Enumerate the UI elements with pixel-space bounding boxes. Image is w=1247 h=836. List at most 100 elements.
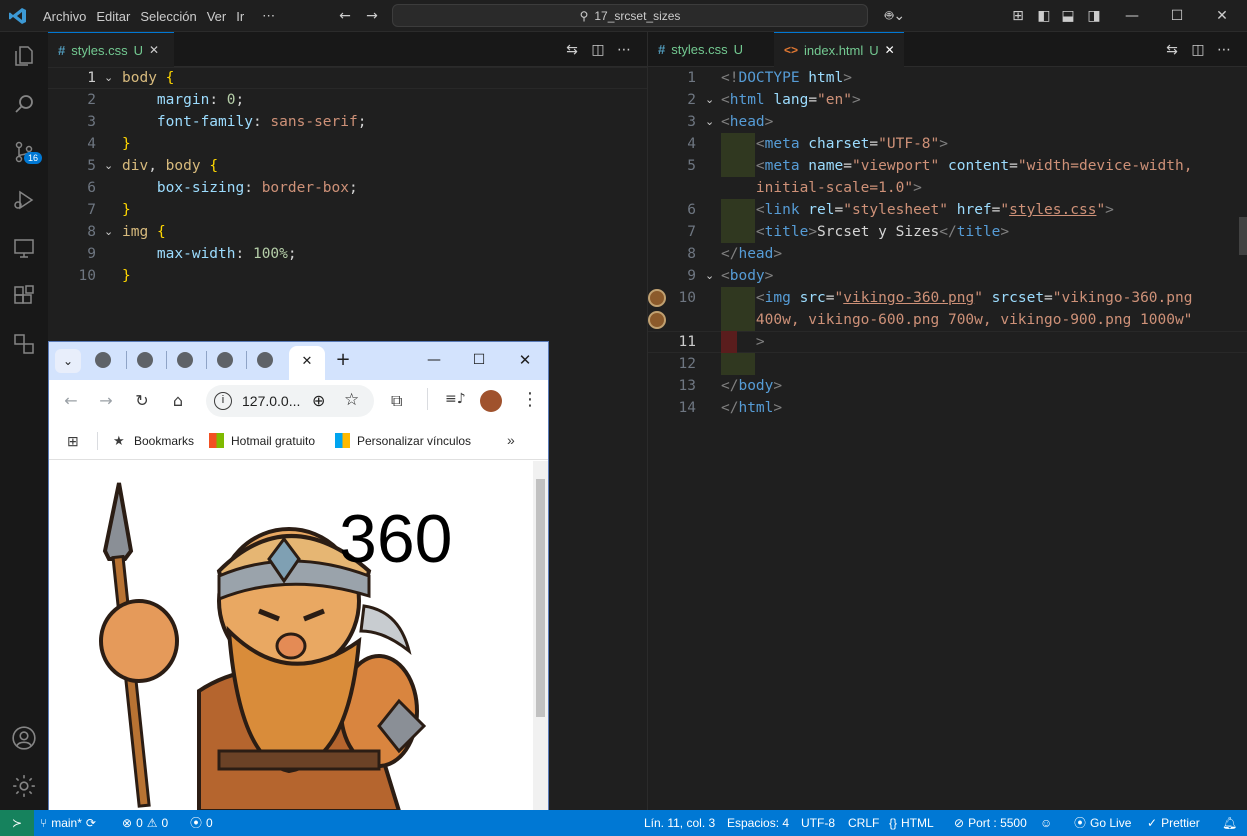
indentation[interactable]: Espacios: 4 [727,810,789,836]
close-window-icon[interactable]: ✕ [1212,6,1232,26]
notifications-icon[interactable]: 🔔︎ [1222,810,1237,836]
media-control-icon[interactable]: ≡♪ [445,391,466,407]
layout-customize-icon[interactable]: ⊞ [1008,6,1028,26]
bookmark-bookmarks[interactable]: Bookmarks [134,434,194,448]
remote-explorer-icon[interactable] [0,224,48,272]
menu-ir[interactable]: Ir [231,9,249,24]
open-changes-icon[interactable]: ⇆ [562,40,582,60]
ports-indicator[interactable]: ⦿ 0 [190,810,213,836]
home-icon[interactable]: ⌂ [168,391,188,411]
line-ending[interactable]: CRLF [848,810,879,836]
bookmark-star-icon[interactable]: ☆ [344,390,359,410]
maximize-icon[interactable]: ☐ [469,350,489,370]
globe-icon[interactable] [217,352,233,368]
html-editor[interactable]: 1 2 3 4 5 6 7 8 9 10 11 12 13 14 ⌄ ⌄ ⌄ <… [648,67,1247,810]
fold-chevron-icon[interactable]: ⌄ [104,67,113,89]
extensions-icon[interactable] [0,272,48,320]
remote-indicator-icon[interactable]: ≻ [0,810,34,836]
toggle-secondary-sidebar-icon[interactable]: ◨ [1084,6,1104,26]
split-editor-icon[interactable]: ◫ [1188,40,1208,60]
toggle-sidebar-icon[interactable]: ◧ [1034,6,1054,26]
problems-indicator[interactable]: ⊗ 0 ⚠ 0 [122,810,168,836]
fold-chevron-icon[interactable]: ⌄ [705,111,714,133]
tab-index-html[interactable]: <> index.html U ✕ [774,32,904,67]
menu-seleccion[interactable]: Selección [135,9,201,24]
active-tab-close-icon[interactable]: ✕ [289,346,325,380]
menu-ver[interactable]: Ver [202,9,232,24]
menu-archivo[interactable]: Archivo [38,9,91,24]
toggle-panel-icon[interactable]: ⬓ [1058,6,1078,26]
maximize-icon[interactable]: ☐ [1167,6,1187,26]
back-arrow-icon[interactable]: ← [335,6,355,26]
fold-chevron-icon[interactable]: ⌄ [705,89,714,111]
split-editor-icon[interactable]: ◫ [588,40,608,60]
tab-styles-css[interactable]: # styles.css U [648,32,772,67]
port-indicator[interactable]: ⊘ Port : 5500 [954,810,1027,836]
more-actions-icon[interactable]: ⋯ [614,40,634,60]
scm-badge: 16 [24,152,43,164]
settings-gear-icon[interactable] [0,762,48,810]
address-bar[interactable]: i 127.0.0... ⊕ ☆ [206,385,374,417]
page-scrollbar-track[interactable] [533,461,548,811]
search-icon[interactable] [0,80,48,128]
bookmark-hotmail[interactable]: Hotmail gratuito [231,434,315,448]
close-tab-icon[interactable]: ✕ [885,43,895,57]
back-arrow-icon[interactable]: ← [61,391,81,411]
copilot-icon[interactable]: 🤖︎⌄ [880,6,910,26]
css-editor[interactable]: 1 2 3 4 5 6 7 8 9 10 ⌄ ⌄ ⌄ body { margin… [48,67,647,341]
copilot-status-icon[interactable]: ☺ [1040,810,1052,836]
open-changes-icon[interactable]: ⇆ [1162,40,1182,60]
more-actions-icon[interactable]: ⋯ [1214,40,1234,60]
close-tab-icon[interactable]: ✕ [149,43,159,57]
fold-chevron-icon[interactable]: ⌄ [104,221,113,243]
extensions-icon[interactable]: ⧉ [391,391,402,411]
fold-chevron-icon[interactable]: ⌄ [705,265,714,287]
command-center-search[interactable]: ⚲ 17_srcset_sizes [392,4,868,27]
fold-chevron-icon[interactable]: ⌄ [104,155,113,177]
globe-icon[interactable] [137,352,153,368]
close-window-icon[interactable]: ✕ [515,350,535,370]
globe-icon[interactable] [95,352,111,368]
page-scrollbar-thumb[interactable] [536,479,545,717]
profile-avatar[interactable] [480,390,502,412]
site-info-icon[interactable]: i [214,392,232,410]
accounts-icon[interactable] [0,714,48,762]
source-control-icon[interactable]: 16 [0,128,48,176]
globe-icon[interactable] [177,352,193,368]
forward-arrow-icon[interactable]: → [96,391,116,411]
go-live-button[interactable]: ⦿ Go Live [1074,810,1131,836]
chrome-menu-icon[interactable]: ⋮ [521,389,539,410]
language-mode[interactable]: {} HTML [889,810,934,836]
menu-more[interactable]: ⋯ [257,8,280,24]
run-debug-icon[interactable] [0,176,48,224]
prettier-indicator[interactable]: ✓ Prettier [1147,810,1200,836]
menu-editar[interactable]: Editar [91,9,135,24]
branch-indicator[interactable]: ⑂ main* ⟳ [40,810,96,836]
explorer-icon[interactable] [0,32,48,80]
language-label: HTML [901,816,934,830]
sync-icon: ⟳ [85,816,96,830]
reload-icon[interactable]: ↻ [132,391,152,411]
browser-toolbar: ← → ↻ ⌂ i 127.0.0... ⊕ ☆ ⧉ ≡♪ ⋮ [49,380,548,422]
minimize-icon[interactable]: — [1122,6,1142,26]
tab-search-icon[interactable]: ⌄ [55,349,81,373]
live-share-icon[interactable] [0,320,48,368]
code-line: box-sizing: border-box; [156,180,358,196]
minimize-icon[interactable]: — [424,350,444,370]
zoom-icon[interactable]: ⊕ [312,391,325,411]
bookmarks-bar: ⊞ ★ Bookmarks Hotmail gratuito Personali… [49,422,548,460]
bookmark-personalizar[interactable]: Personalizar vínculos [357,434,471,448]
encoding[interactable]: UTF-8 [801,810,835,836]
apps-grid-icon[interactable]: ⊞ [67,433,79,450]
editor-scrollbar[interactable] [1239,217,1247,255]
cursor-position[interactable]: Lín. 11, col. 3 [644,810,715,836]
globe-icon[interactable] [257,352,273,368]
line-number: 9 [687,268,696,284]
more-bookmarks-icon[interactable]: » [507,432,515,448]
tab-label: styles.css [71,42,128,58]
new-tab-icon[interactable]: + [333,350,353,370]
forward-arrow-icon[interactable]: → [362,6,382,26]
tab-styles-css[interactable]: # styles.css U ✕ [48,32,174,67]
right-editor-tabs: # styles.css U <> index.html U ✕ ⇆ ◫ ⋯ [648,32,1247,67]
activity-bar: 16 [0,32,48,810]
